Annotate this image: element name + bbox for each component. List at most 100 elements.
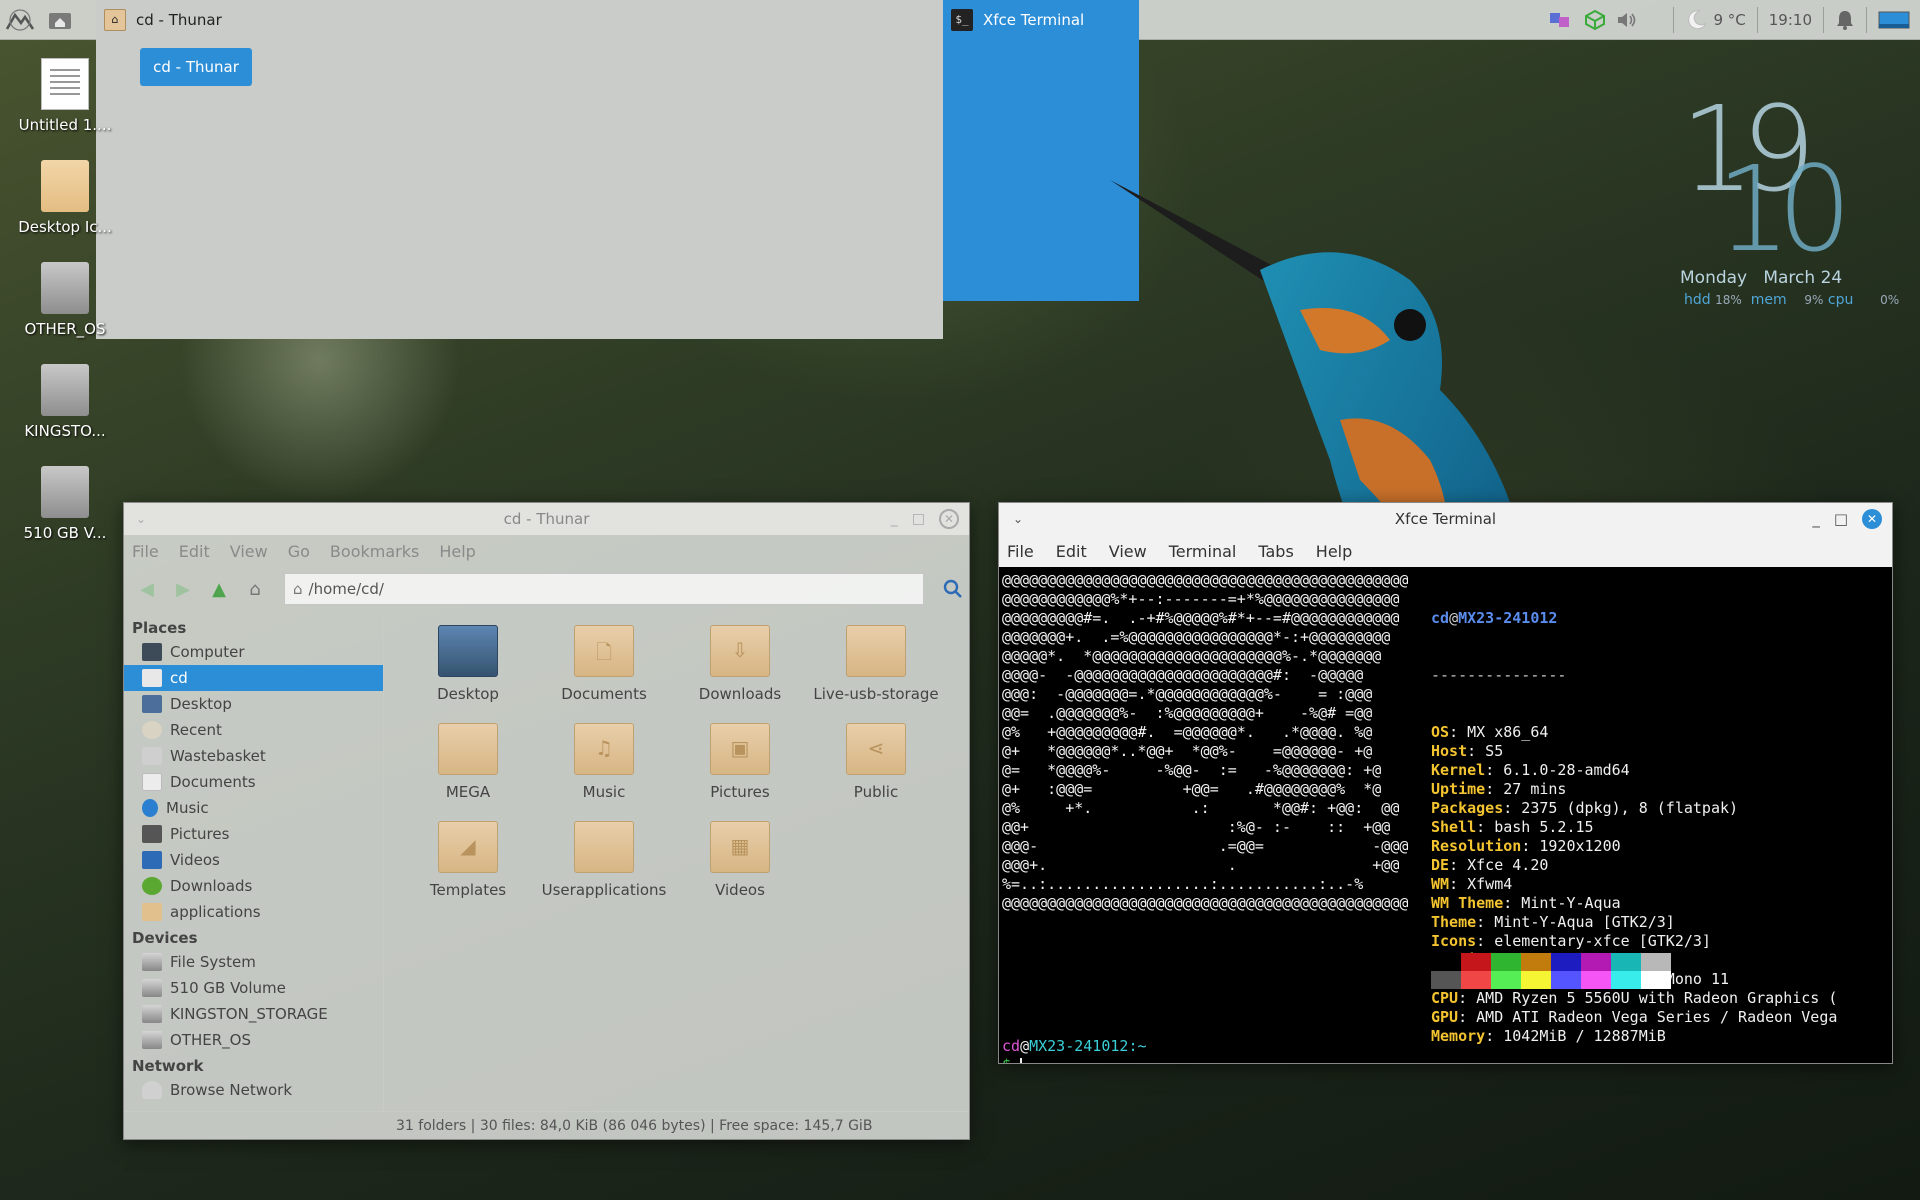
minimize-button[interactable]: _	[1812, 510, 1820, 528]
computer-icon	[142, 643, 162, 661]
sidebar-item-music[interactable]: Music	[124, 795, 383, 821]
maximize-button[interactable]: □	[912, 511, 925, 527]
desktop-icon-other-os[interactable]: OTHER_OS	[10, 262, 120, 338]
menu-edit[interactable]: Edit	[1056, 542, 1087, 561]
info-row: GPU: AMD ATI Radeon Vega Series / Radeon…	[1431, 1008, 1837, 1027]
minimize-button[interactable]: _	[891, 511, 898, 527]
menu-terminal[interactable]: Terminal	[1169, 542, 1237, 561]
prompt-symbol: $	[1002, 1056, 1011, 1063]
volume-icon[interactable]	[1611, 0, 1643, 40]
file-item-mega[interactable]: MEGA	[400, 723, 536, 821]
desktop-icon-untitled[interactable]: Untitled 1....	[10, 58, 120, 134]
sidebar-item-label: Desktop	[170, 695, 232, 713]
moon-icon	[1688, 10, 1707, 30]
sidebar-item-other-os[interactable]: OTHER_OS	[124, 1027, 383, 1053]
file-label: Pictures	[710, 783, 770, 801]
home-icon[interactable]: ⌂	[240, 574, 270, 604]
conky-hdd-label: hdd	[1684, 292, 1711, 308]
file-item-downloads[interactable]: ⇩ Downloads	[672, 625, 808, 723]
sidebar-item-documents[interactable]: Documents	[124, 769, 383, 795]
window-menu-icon[interactable]: ⌄	[1013, 512, 1023, 526]
menu-view[interactable]: View	[230, 542, 268, 561]
terminal-titlebar[interactable]: ⌄ Xfce Terminal _ □ ✕	[999, 503, 1892, 535]
terminal-window: ⌄ Xfce Terminal _ □ ✕ File Edit View Ter…	[998, 502, 1893, 1064]
documents-icon	[142, 773, 162, 791]
file-item-documents[interactable]: 🗋 Documents	[536, 625, 672, 723]
maximize-button[interactable]: □	[1834, 510, 1848, 528]
menu-go[interactable]: Go	[288, 542, 310, 561]
ascii-line: %=..:..................:...........:..-%	[1002, 875, 1364, 893]
sidebar-item-wastebasket[interactable]: Wastebasket	[124, 743, 383, 769]
window-menu-icon[interactable]: ⌄	[136, 512, 146, 526]
prompt-input-line[interactable]: $	[1002, 1056, 1023, 1063]
up-arrow-icon[interactable]: ▲	[204, 574, 234, 604]
menu-file[interactable]: File	[132, 542, 159, 561]
sidebar-item-recent[interactable]: Recent	[124, 717, 383, 743]
menu-file[interactable]: File	[1007, 542, 1034, 561]
file-item-pictures[interactable]: ▣ Pictures	[672, 723, 808, 821]
sidebar-item-videos[interactable]: Videos	[124, 847, 383, 873]
file-item-public[interactable]: ⋖ Public	[808, 723, 944, 821]
menu-help[interactable]: Help	[439, 542, 475, 561]
thunar-titlebar[interactable]: ⌄ cd - Thunar _ □ ✕	[124, 503, 969, 535]
network-manager-icon[interactable]	[1579, 0, 1611, 40]
file-item-videos[interactable]: ▦ Videos	[672, 821, 808, 919]
neofetch-ascii-art: @@@@@@@@@@@@@@@@@@@@@@@@@@@@@@@@@@@@@@@@…	[1002, 571, 1408, 913]
sidebar-item-pictures[interactable]: Pictures	[124, 821, 383, 847]
desktop-icon-label: Desktop Ic...	[18, 218, 112, 236]
file-item-desktop[interactable]: Desktop	[400, 625, 536, 723]
back-arrow-icon[interactable]: ◀	[132, 574, 162, 604]
desktop-icon-510gb[interactable]: 510 GB V...	[10, 466, 120, 542]
prompt-host: MX23-241012	[1029, 1037, 1129, 1055]
weather-widget[interactable]: 9 °C	[1680, 0, 1750, 40]
file-item-music[interactable]: ♫ Music	[536, 723, 672, 821]
notifications-icon[interactable]	[1830, 0, 1860, 40]
file-item-templates[interactable]: ◢ Templates	[400, 821, 536, 919]
info-value: : S5	[1467, 742, 1504, 760]
sidebar-item-computer[interactable]: Computer	[124, 639, 383, 665]
info-key: Host	[1431, 742, 1468, 760]
ascii-line: @@@@@@@@@@@@%*+--:-------=+*%@@@@@@@@@@@…	[1002, 590, 1400, 608]
package-updater-icon[interactable]	[1543, 0, 1579, 40]
info-value: : Xfce 4.20	[1449, 856, 1549, 874]
desktop-icon-folder[interactable]: Desktop Ic...	[10, 160, 120, 236]
file-item-live-usb-storage[interactable]: Live-usb-storage	[808, 625, 944, 723]
sidebar-item-applications[interactable]: applications	[124, 899, 383, 925]
sidebar-item-kingston-storage[interactable]: KINGSTON_STORAGE	[124, 1001, 383, 1027]
sidebar-item-file-system[interactable]: File System	[124, 949, 383, 975]
sidebar-item-cd[interactable]: cd	[124, 665, 383, 691]
ascii-line: @@@@@@@@@@@@@@@@@@@@@@@@@@@@@@@@@@@@@@@@…	[1002, 894, 1409, 912]
menu-view[interactable]: View	[1109, 542, 1147, 561]
menu-edit[interactable]: Edit	[179, 542, 210, 561]
sidebar-item-desktop[interactable]: Desktop	[124, 691, 383, 717]
sidebar-item-510gb-volume[interactable]: 510 GB Volume	[124, 975, 383, 1001]
ascii-line: @@@@- -@@@@@@@@@@@@@@@@@@@@@@#: -@@@@@	[1002, 666, 1364, 684]
close-button[interactable]: ✕	[939, 509, 959, 529]
menu-bookmarks[interactable]: Bookmarks	[330, 542, 419, 561]
ascii-line: @% +*. .: *@@#: +@@: @@	[1002, 799, 1400, 817]
terminal-output[interactable]: @@@@@@@@@@@@@@@@@@@@@@@@@@@@@@@@@@@@@@@@…	[999, 567, 1892, 1063]
whisker-menu-button[interactable]	[0, 0, 40, 40]
sidebar-item-browse-network[interactable]: Browse Network	[124, 1077, 383, 1103]
info-value: : AMD ATI Radeon Vega Series / Radeon Ve…	[1458, 1008, 1838, 1026]
forward-arrow-icon[interactable]: ▶	[168, 574, 198, 604]
desktop-icon-kingston[interactable]: KINGSTO...	[10, 364, 120, 440]
file-item-userapplications[interactable]: Userapplications	[536, 821, 672, 919]
sidebar-item-downloads[interactable]: Downloads	[124, 873, 383, 899]
menu-help[interactable]: Help	[1316, 542, 1352, 561]
ascii-line: @@@@@@@@@@@@@@@@@@@@@@@@@@@@@@@@@@@@@@@@…	[1002, 571, 1409, 589]
thunar-statusbar: 31 folders | 30 files: 84,0 KiB (86 046 …	[124, 1111, 969, 1139]
panel-clock[interactable]: 19:10	[1764, 0, 1817, 40]
show-desktop-button[interactable]	[40, 0, 80, 40]
close-button[interactable]: ✕	[1862, 509, 1882, 529]
ascii-line: @@@- .=@@= -@@@	[1002, 837, 1409, 855]
workspace-switcher[interactable]	[1873, 0, 1920, 40]
palette-swatch	[1431, 971, 1461, 989]
drive-icon	[41, 364, 89, 416]
home-icon	[142, 669, 162, 687]
search-icon[interactable]	[938, 574, 968, 604]
menu-tabs[interactable]: Tabs	[1258, 542, 1293, 561]
palette-swatch	[1491, 971, 1521, 989]
info-host: MX23-241012	[1458, 609, 1558, 627]
location-bar[interactable]: ⌂ /home/cd/	[284, 573, 924, 605]
